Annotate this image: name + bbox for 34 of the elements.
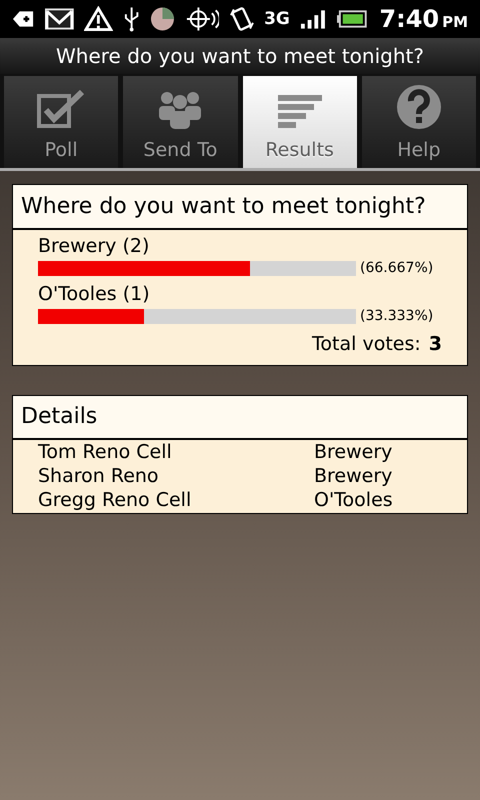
- help-icon: [396, 84, 442, 130]
- total-label: Total votes:: [312, 332, 421, 357]
- signal-icon: [300, 8, 327, 30]
- option-label: O'Tooles (1): [38, 282, 151, 306]
- vibrate-icon: [229, 5, 254, 33]
- tab[interactable]: Send To: [123, 76, 238, 168]
- gps-icon: [184, 5, 220, 33]
- checkbox-icon: [36, 90, 86, 130]
- mail-icon: [45, 8, 74, 30]
- tab[interactable]: Results: [242, 76, 357, 168]
- bars-icon: [276, 94, 323, 130]
- window-title: Where do you want to meet tonight?: [56, 43, 424, 70]
- network-label: 3G: [264, 10, 290, 28]
- percent-label: (66.667%): [360, 259, 434, 278]
- tab[interactable]: Help: [362, 76, 476, 168]
- voter-choice: Brewery: [314, 464, 392, 488]
- tab[interactable]: Poll: [4, 76, 118, 168]
- clock-time: 7:40: [379, 4, 440, 35]
- voter-name: Tom Reno Cell: [38, 440, 173, 464]
- voter-choice: Brewery: [314, 440, 392, 464]
- warning-icon: [84, 6, 112, 32]
- clock-ampm: PM: [442, 12, 468, 33]
- percent-label: (33.333%): [360, 307, 434, 326]
- total-count: 3: [428, 332, 442, 357]
- voter-choice: O'Tooles: [314, 488, 393, 512]
- voter-name: Gregg Reno Cell: [38, 488, 192, 512]
- usb-icon: [122, 5, 140, 33]
- option-label: Brewery (2): [38, 234, 150, 258]
- voter-name: Sharon Reno: [38, 464, 160, 488]
- pie-icon: [150, 6, 175, 32]
- section-title: Details: [21, 403, 98, 431]
- battery-icon: [336, 9, 368, 29]
- notification-icon: [12, 9, 35, 29]
- poll-question: Where do you want to meet tonight?: [21, 193, 426, 221]
